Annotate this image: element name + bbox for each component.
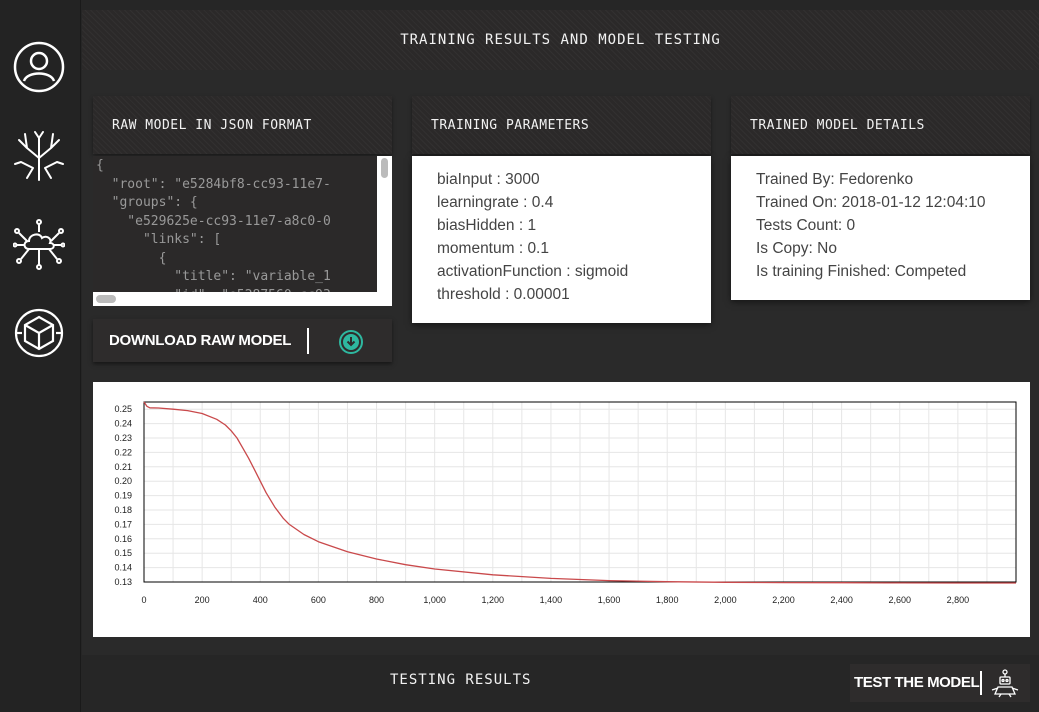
parameter-item: biasHidden : 1 [437, 217, 537, 234]
x-tick-label: 1,600 [598, 595, 621, 605]
test-the-model-button[interactable]: TEST THE MODEL [850, 664, 1030, 702]
json-text: { "root": "e5284bf8-cc93-11e7- "groups":… [96, 158, 331, 303]
detail-item: Is training Finished: Competed [756, 263, 967, 280]
parameter-item: threshold : 0.00001 [437, 286, 570, 303]
parameter-item: activationFunction : sigmoid [437, 263, 629, 280]
x-tick-label: 800 [369, 595, 384, 605]
cloud-network-icon[interactable] [13, 219, 65, 271]
raw-model-title: RAW MODEL IN JSON FORMAT [93, 96, 392, 154]
x-tick-label: 200 [195, 595, 210, 605]
robot-icon[interactable] [990, 668, 1020, 698]
chart-canvas: 0.13 0.14 0.15 0.16 0.17 0.18 0.19 0.20 0.21 0.22… [114, 401, 1017, 605]
json-viewer[interactable]: { "root": "e5284bf8-cc93-11e7- "groups":… [93, 156, 392, 306]
x-tick-label: 2,600 [888, 595, 911, 605]
test-the-model-label[interactable]: TEST THE MODEL [854, 664, 980, 702]
cube-icon[interactable] [13, 307, 65, 359]
x-tick-label: 600 [311, 595, 326, 605]
parameter-item: learningrate : 0.4 [437, 194, 554, 211]
training-parameters-title: TRAINING PARAMETERS [412, 96, 711, 154]
x-tick-label: 2,200 [772, 595, 795, 605]
y-tick-label: 0.14 [114, 563, 132, 573]
parameter-item: biaInput : 3000 [437, 171, 540, 188]
x-tick-label: 1,400 [540, 595, 563, 605]
y-tick-label: 0.21 [114, 462, 132, 472]
scroll-thumb[interactable] [96, 295, 116, 303]
download-circle-icon[interactable] [338, 329, 364, 355]
y-tick-label: 0.25 [114, 404, 132, 414]
detail-item: Tests Count: 0 [756, 217, 856, 234]
y-tick-label: 0.13 [114, 577, 132, 587]
tree-network-icon[interactable] [13, 130, 65, 182]
x-tick-label: 2,800 [947, 595, 970, 605]
divider [980, 671, 982, 695]
x-tick-label: 2,400 [830, 595, 853, 605]
training-parameters-list: biaInput : 3000 learningrate : 0.4 biasHid… [412, 156, 711, 323]
json-horizontal-scrollbar[interactable] [93, 292, 392, 306]
model-details-list: Trained By: Fedorenko Trained On: 2018-01… [731, 156, 1030, 300]
y-tick-label: 0.19 [114, 491, 132, 501]
x-tick-label: 1,200 [482, 595, 505, 605]
model-details-title: TRAINED MODEL DETAILS [731, 96, 1030, 154]
user-icon[interactable] [13, 41, 65, 93]
detail-item: Trained On: 2018-01-12 12:04:10 [756, 194, 986, 211]
download-raw-model-button[interactable]: DOWNLOAD RAW MODEL [109, 319, 291, 362]
y-tick-label: 0.20 [114, 476, 132, 486]
y-tick-label: 0.17 [114, 519, 132, 529]
y-tick-label: 0.24 [114, 419, 132, 429]
y-tick-label: 0.15 [114, 548, 132, 558]
x-tick-label: 400 [253, 595, 268, 605]
sidebar [0, 0, 81, 712]
training-error-chart: 0.13 0.14 0.15 0.16 0.17 0.18 0.19 0.20 0.21 0.22… [93, 382, 1030, 637]
y-tick-label: 0.23 [114, 433, 132, 443]
scroll-thumb[interactable] [381, 158, 388, 178]
json-vertical-scrollbar[interactable] [377, 156, 392, 293]
detail-item: Is Copy: No [756, 240, 837, 257]
download-bar: DOWNLOAD RAW MODEL [93, 319, 392, 362]
divider [307, 328, 309, 354]
detail-item: Trained By: Fedorenko [756, 171, 914, 188]
y-tick-label: 0.18 [114, 505, 132, 515]
y-tick-label: 0.16 [114, 534, 132, 544]
x-tick-label: 2,000 [714, 595, 737, 605]
x-tick-label: 1,800 [656, 595, 679, 605]
testing-results-title: TESTING RESULTS [390, 672, 532, 688]
page-title: TRAINING RESULTS AND MODEL TESTING [82, 10, 1039, 70]
x-tick-label: 1,000 [423, 595, 446, 605]
parameter-item: momentum : 0.1 [437, 240, 549, 257]
y-tick-label: 0.22 [114, 447, 132, 457]
x-tick-label: 0 [141, 595, 146, 605]
